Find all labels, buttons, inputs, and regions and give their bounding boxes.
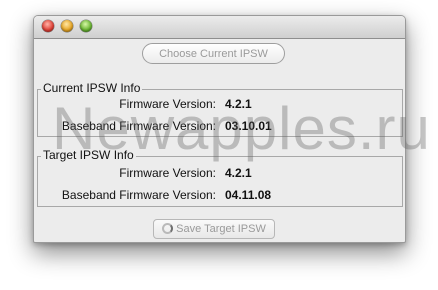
current-ipsw-info-title: Current IPSW Info	[41, 81, 143, 95]
target-firmware-label: Firmware Version:	[119, 166, 216, 180]
current-baseband-label: Baseband Firmware Version:	[61, 119, 216, 133]
spinner-icon	[162, 223, 174, 234]
current-firmware-label: Firmware Version:	[119, 97, 216, 111]
current-firmware-row: Firmware Version: 4.2.1	[34, 97, 404, 113]
title-bar[interactable]	[34, 16, 405, 39]
target-baseband-label: Baseband Firmware Version:	[61, 188, 216, 202]
save-target-ipsw-label: Save Target IPSW	[176, 223, 266, 235]
target-firmware-value: 4.2.1	[225, 166, 252, 180]
current-firmware-value: 4.2.1	[225, 97, 252, 111]
target-baseband-value: 04.11.08	[225, 188, 272, 202]
current-baseband-value: 03.10.01	[225, 119, 272, 133]
app-window: Choose Current IPSW Current IPSW Info Fi…	[33, 15, 406, 243]
choose-current-ipsw-button[interactable]: Choose Current IPSW	[142, 43, 285, 64]
minimize-icon[interactable]	[61, 20, 73, 32]
target-ipsw-info-title: Target IPSW Info	[41, 148, 136, 162]
target-firmware-row: Firmware Version: 4.2.1	[34, 166, 404, 182]
save-target-ipsw-button[interactable]: Save Target IPSW	[153, 219, 275, 239]
current-baseband-row: Baseband Firmware Version: 03.10.01	[34, 119, 404, 135]
target-baseband-row: Baseband Firmware Version: 04.11.08	[34, 188, 404, 204]
zoom-icon[interactable]	[80, 20, 92, 32]
close-icon[interactable]	[42, 20, 54, 32]
